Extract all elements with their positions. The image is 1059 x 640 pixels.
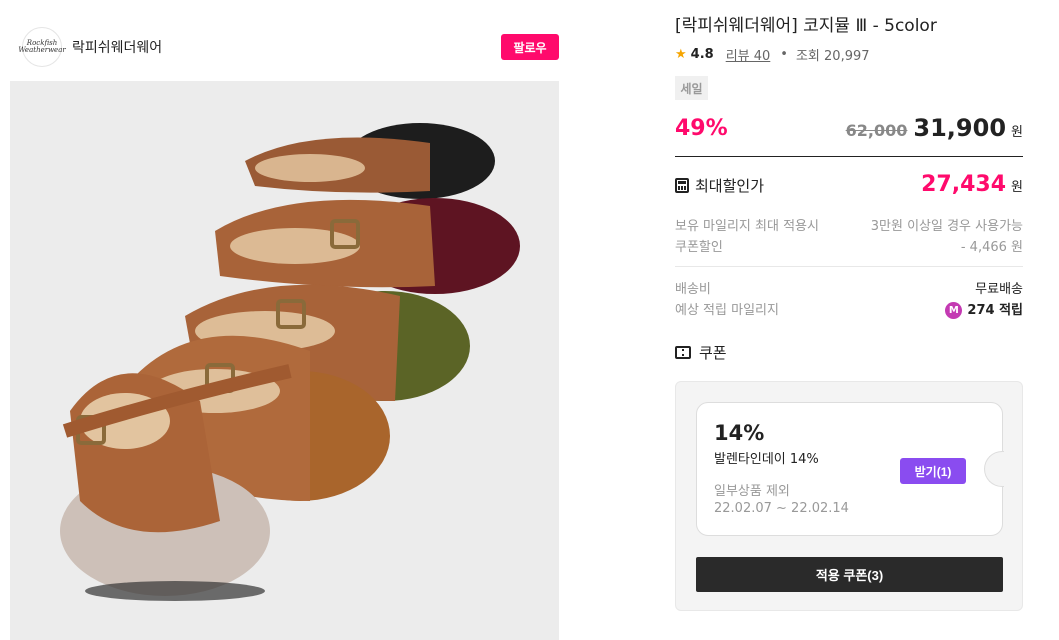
mileage-row: 보유 마일리지 최대 적용시 3만원 이상일 경우 사용가능 [675,215,1023,234]
expected-mileage-label: 예상 적립 마일리지 [675,303,779,318]
max-discount-text: 최대할인가 [695,177,765,195]
mileage-m-icon: M [945,302,963,319]
discount-percent: 49% [675,116,728,141]
views-count: 조회 20,997 [795,49,870,64]
brand-logo-text: Rockfish Weatherwear [18,39,66,54]
coupon-name: 발렌타인데이 14% [714,452,819,467]
expected-mileage-value: 274 적립 [967,303,1023,318]
shipping-label: 배송비 [675,282,711,297]
product-title: [락피쉬웨더웨어] 코지뮬 Ⅲ - 5color [675,16,937,36]
coupon-discount-label: 쿠폰할인 [675,240,723,255]
coupon-discount-row: 쿠폰할인 - 4,466 원 [675,236,1023,255]
follow-button[interactable]: 팔로우 [501,34,559,60]
coupon-area: 14% 발렌타인데이 14% 일부상품 제외 22.02.07 ~ 22.02.… [675,381,1023,611]
mileage-value: 3만원 이상일 경우 사용가능 [870,219,1023,234]
shipping-value: 무료배송 [975,282,1023,297]
details-divider [675,266,1023,267]
max-discount-value: 27,434 [921,172,1007,197]
coupon-exclude-note: 일부상품 제외 [714,484,790,499]
review-link[interactable]: 리뷰 40 [726,45,771,64]
ticket-icon [675,346,691,359]
max-discount-currency: 원 [1011,180,1023,195]
star-icon: ★ [675,47,687,62]
max-discount-price: 27,434 원 [921,172,1023,197]
shipping-row: 배송비 무료배송 [675,278,1023,297]
brand-header[interactable]: Rockfish Weatherwear 락피쉬웨더웨어 [18,27,162,67]
product-image[interactable] [10,81,559,640]
coupon-section-label: 쿠폰 [675,342,727,363]
get-coupon-button[interactable]: 받기(1) [900,458,966,484]
product-meta: ★ 4.8 리뷰 40 • 조회 20,997 [675,45,870,64]
expected-mileage-row: 예상 적립 마일리지 M 274 적립 [675,299,1023,319]
apply-coupon-button[interactable]: 적용 쿠폰(3) [696,557,1003,592]
coupon-card: 14% 발렌타인데이 14% 일부상품 제외 22.02.07 ~ 22.02.… [696,402,1004,536]
sale-badge: 세일 [675,76,708,100]
current-price: 31,900 [913,114,1007,142]
brand-logo[interactable]: Rockfish Weatherwear [18,27,66,67]
price-row: 62,000 31,900 원 [846,114,1023,142]
coupon-period: 22.02.07 ~ 22.02.14 [714,501,849,516]
expected-mileage: M 274 적립 [945,299,1023,319]
rating-value: 4.8 [690,47,714,62]
mileage-label: 보유 마일리지 최대 적용시 [675,219,819,234]
currency-label: 원 [1011,125,1023,140]
original-price: 62,000 [845,121,908,140]
price-divider [675,156,1023,157]
coupon-discount-value: - 4,466 원 [960,240,1023,255]
meta-separator: • [780,47,788,62]
calculator-icon [675,178,689,193]
product-photo-shoes [10,81,559,640]
coupon-notch [984,451,1004,487]
brand-name[interactable]: 락피쉬웨더웨어 [72,37,162,57]
coupon-percent: 14% [714,421,765,445]
coupon-section-text: 쿠폰 [699,344,727,362]
max-discount-label: 최대할인가 [675,175,764,196]
